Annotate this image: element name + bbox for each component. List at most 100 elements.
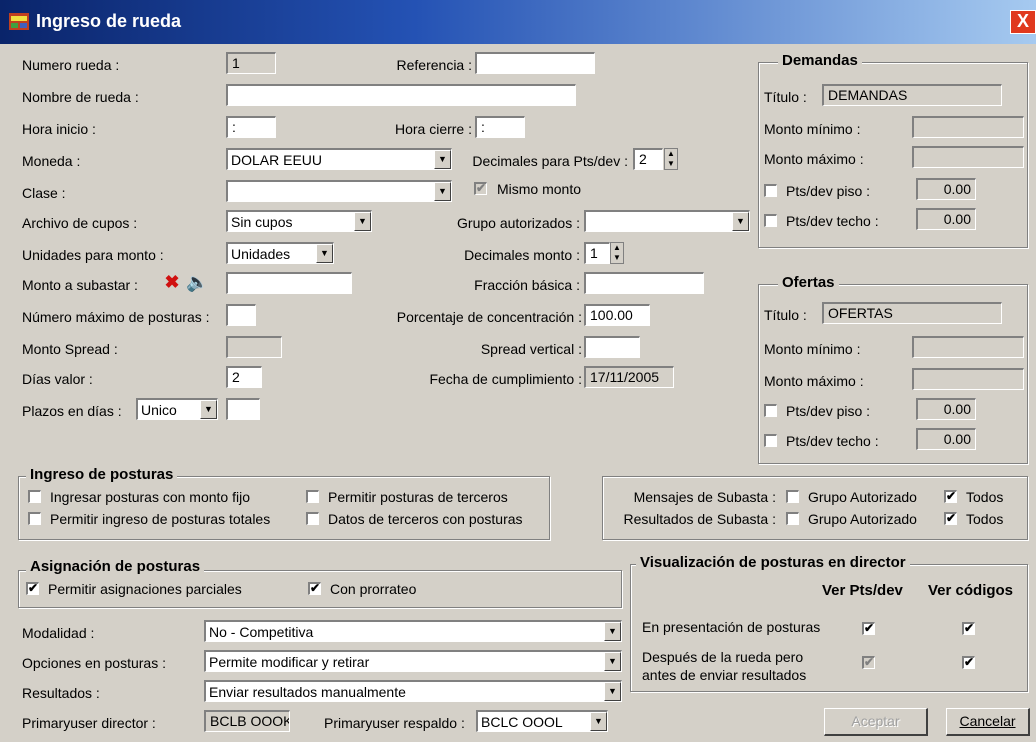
unidades-label: Unidades para monto :: [22, 247, 164, 263]
resultados-select[interactable]: Enviar resultados manualmente ▼: [204, 680, 622, 702]
mensajes-grupo-checkbox[interactable]: [786, 490, 799, 503]
monto-spread-label: Monto Spread :: [22, 341, 118, 357]
opciones-select[interactable]: Permite modificar y retirar ▼: [204, 650, 622, 672]
presentacion-pts-checkbox[interactable]: ✔: [862, 622, 875, 635]
datos-terceros-checkbox[interactable]: [306, 512, 319, 525]
resultados-grupo-checkbox[interactable]: [786, 512, 799, 525]
decimales-monto-spinner[interactable]: ▲ ▼: [610, 242, 624, 264]
demandas-piso-field: 0.00: [916, 178, 976, 200]
presentacion-codigos-checkbox[interactable]: ✔: [962, 622, 975, 635]
aceptar-button[interactable]: Aceptar: [824, 708, 928, 736]
archivo-cupos-select[interactable]: Sin cupos ▼: [226, 210, 372, 232]
porcentaje-input[interactable]: 100.00: [584, 304, 650, 326]
ofertas-techo-field: 0.00: [916, 428, 976, 450]
numero-maximo-input[interactable]: [226, 304, 256, 326]
chevron-down-icon[interactable]: ▼: [732, 212, 749, 231]
grupo-autorizados-select[interactable]: ▼: [584, 210, 750, 232]
plazos-select[interactable]: Unico ▼: [136, 398, 218, 420]
totales-checkbox[interactable]: [28, 512, 41, 525]
spread-vertical-input[interactable]: [584, 336, 640, 358]
totales-label: Permitir ingreso de posturas totales: [50, 511, 271, 527]
ofertas-piso-field: 0.00: [916, 398, 976, 420]
resultados-todos-checkbox[interactable]: ✔: [944, 512, 957, 525]
demandas-techo-checkbox[interactable]: [764, 214, 777, 227]
decimales-pts-input[interactable]: 2: [633, 148, 663, 170]
hora-inicio-input[interactable]: :: [226, 116, 276, 138]
unidades-select[interactable]: Unidades ▼: [226, 242, 334, 264]
chevron-down-icon[interactable]: ▼: [604, 682, 621, 701]
unidades-value: Unidades: [231, 246, 291, 262]
col-ver-codigos-header: Ver códigos: [928, 582, 1014, 599]
chevron-down-icon[interactable]: ▼: [604, 622, 621, 641]
ofertas-piso-checkbox[interactable]: [764, 404, 777, 417]
ofertas-max-label: Monto máximo :: [764, 373, 864, 389]
demandas-max-field: [912, 146, 1024, 168]
demandas-techo-field: 0.00: [916, 208, 976, 230]
delete-icon[interactable]: ✖: [162, 272, 182, 292]
spin-updown-icon: ▲ ▼: [667, 149, 675, 168]
hora-cierre-input[interactable]: :: [475, 116, 525, 138]
mismo-monto-checkbox[interactable]: ✔: [474, 182, 487, 195]
demandas-titulo-field: DEMANDAS: [822, 84, 1002, 106]
spin-updown-icon: ▲ ▼: [613, 243, 621, 262]
despues-codigos-checkbox[interactable]: ✔: [962, 656, 975, 669]
sound-icon[interactable]: 🔈: [186, 272, 208, 292]
dias-valor-input[interactable]: 2: [226, 366, 262, 388]
resultados-subasta-label: Resultados de Subasta :: [623, 511, 776, 527]
mensajes-grupo-label: Grupo Autorizado: [808, 489, 917, 505]
clase-select[interactable]: ▼: [226, 180, 452, 202]
terceros-checkbox[interactable]: [306, 490, 319, 503]
decimales-pts-spinner[interactable]: ▲ ▼: [664, 148, 678, 170]
nombre-rueda-input[interactable]: [226, 84, 576, 106]
cancelar-button[interactable]: Cancelar: [946, 708, 1030, 736]
numero-rueda-field: 1: [226, 52, 276, 74]
mensajes-todos-checkbox[interactable]: ✔: [944, 490, 957, 503]
hora-inicio-label: Hora inicio :: [22, 121, 96, 137]
modalidad-select[interactable]: No - Competitiva ▼: [204, 620, 622, 642]
decimales-monto-label: Decimales monto :: [464, 247, 580, 263]
chevron-down-icon[interactable]: ▼: [354, 212, 371, 231]
ofertas-techo-checkbox[interactable]: [764, 434, 777, 447]
demandas-piso-checkbox[interactable]: [764, 184, 777, 197]
demandas-max-label: Monto máximo :: [764, 151, 864, 167]
mensajes-label: Mensajes de Subasta :: [633, 489, 776, 505]
monto-subastar-input[interactable]: [226, 272, 352, 294]
respaldo-select[interactable]: BCLC OOOL ▼: [476, 710, 608, 732]
ofertas-min-field: [912, 336, 1024, 358]
referencia-input[interactable]: [475, 52, 595, 74]
datos-terceros-label: Datos de terceros con posturas: [328, 511, 523, 527]
chevron-down-icon[interactable]: ▼: [200, 400, 217, 419]
hora-cierre-label: Hora cierre :: [394, 121, 472, 137]
fraccion-basica-input[interactable]: [584, 272, 704, 294]
monto-fijo-label: Ingresar posturas con monto fijo: [50, 489, 250, 505]
prorrateo-checkbox[interactable]: ✔: [308, 582, 321, 595]
moneda-select[interactable]: DOLAR EEUU ▼: [226, 148, 452, 170]
nombre-rueda-label: Nombre de rueda :: [22, 89, 139, 105]
archivo-cupos-value: Sin cupos: [231, 214, 293, 230]
chevron-down-icon[interactable]: ▼: [604, 652, 621, 671]
chevron-down-icon[interactable]: ▼: [316, 244, 333, 263]
chevron-down-icon[interactable]: ▼: [434, 182, 451, 201]
ofertas-max-field: [912, 368, 1024, 390]
despues-pts-checkbox[interactable]: ✔: [862, 656, 875, 669]
chevron-down-icon[interactable]: ▼: [434, 150, 451, 169]
demandas-min-field: [912, 116, 1024, 138]
parciales-checkbox[interactable]: ✔: [26, 582, 39, 595]
decimales-monto-input[interactable]: 1: [584, 242, 610, 264]
numero-maximo-label: Número máximo de posturas :: [22, 309, 210, 325]
plazos-extra-input[interactable]: [226, 398, 260, 420]
plazos-value: Unico: [141, 402, 177, 418]
monto-subastar-label: Monto a subastar :: [22, 277, 138, 293]
close-icon: X: [1016, 11, 1029, 31]
clase-label: Clase :: [22, 185, 66, 201]
ofertas-piso-label: Pts/dev piso :: [786, 403, 871, 419]
prorrateo-label: Con prorrateo: [330, 581, 417, 597]
ingreso-de-rueda-window: Ingreso de rueda X Numero rueda : 1 Refe…: [0, 0, 1036, 742]
monto-fijo-checkbox[interactable]: [28, 490, 41, 503]
chevron-down-icon[interactable]: ▼: [590, 712, 607, 731]
ofertas-techo-label: Pts/dev techo :: [786, 433, 879, 449]
spread-vertical-label: Spread vertical :: [480, 341, 582, 357]
col-ver-pts-header: Ver Pts/dev: [822, 582, 903, 599]
close-button[interactable]: X: [1010, 10, 1036, 34]
ofertas-title: Ofertas: [778, 274, 839, 292]
